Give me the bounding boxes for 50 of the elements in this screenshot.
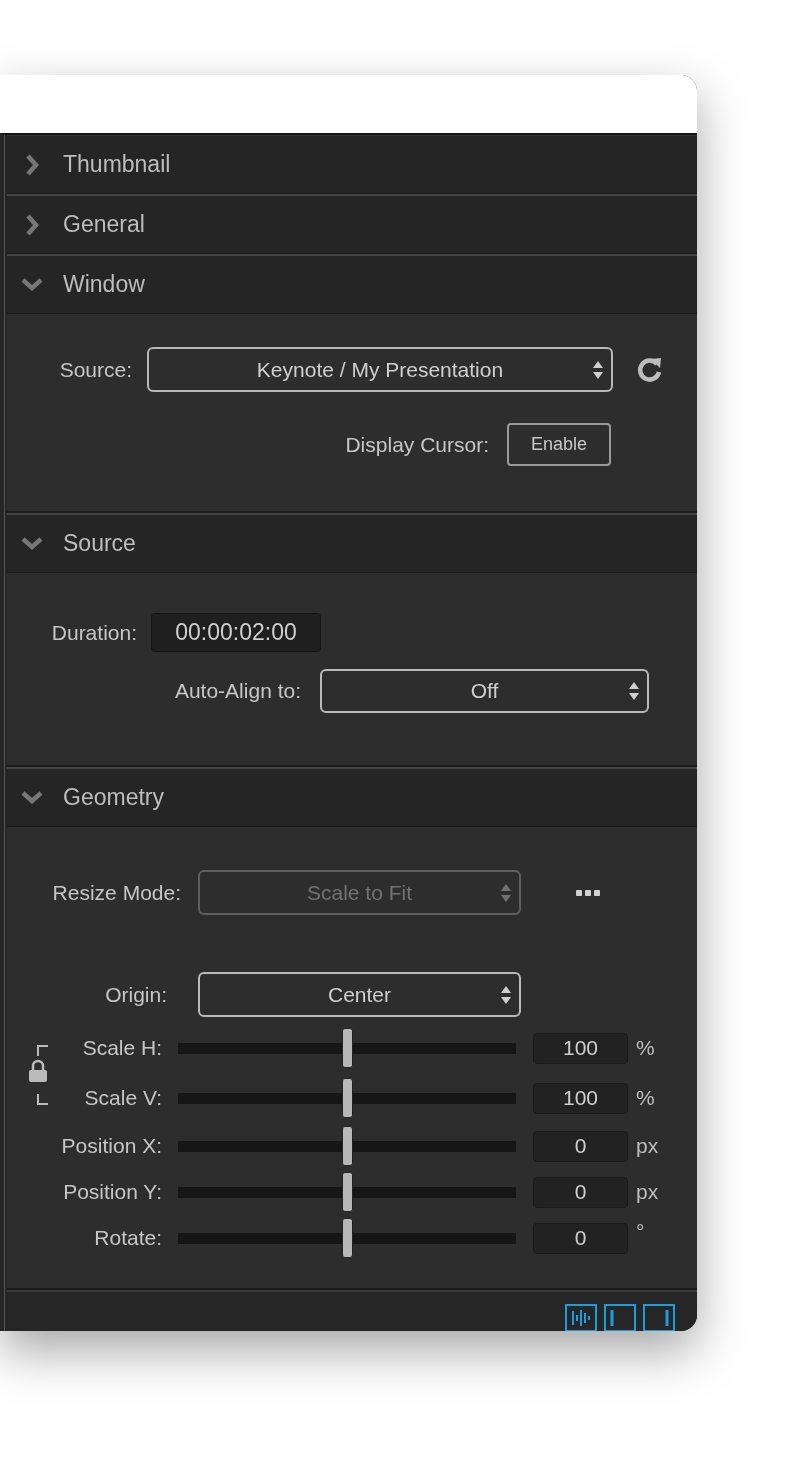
- stepper-arrows-icon: [629, 681, 639, 701]
- select-dropdown[interactable]: Off: [320, 669, 649, 713]
- slider-thumb[interactable]: [341, 1028, 353, 1068]
- value-field[interactable]: 0: [533, 1176, 628, 1208]
- value-field[interactable]: 100: [533, 1082, 628, 1114]
- field-label: Position Y:: [62, 1180, 162, 1204]
- timecode-field[interactable]: 00:00:02:00: [151, 613, 321, 652]
- section-title: Thumbnail: [63, 151, 171, 178]
- select-dropdown[interactable]: Center: [198, 972, 521, 1017]
- left-panel-icon[interactable]: [604, 1304, 636, 1331]
- field-label: Display Cursor:: [344, 432, 489, 457]
- unit-label: px: [636, 1134, 659, 1158]
- value-field[interactable]: 0: [533, 1222, 628, 1254]
- section-title: Source: [63, 530, 136, 557]
- slider-thumb[interactable]: [341, 1126, 353, 1166]
- stepper-arrows-icon: [593, 359, 603, 380]
- section-header[interactable]: Window: [7, 254, 697, 314]
- field-label: Duration:: [50, 620, 137, 645]
- section-title: General: [63, 211, 145, 238]
- section-header[interactable]: Thumbnail: [7, 135, 697, 194]
- section-header[interactable]: Geometry: [7, 767, 697, 827]
- refresh-icon[interactable]: [636, 355, 664, 384]
- field-label: Rotate:: [93, 1226, 162, 1250]
- slider-thumb[interactable]: [341, 1078, 353, 1118]
- unit-label: %: [636, 1036, 655, 1060]
- stepper-arrows-icon: [501, 882, 511, 903]
- section-header[interactable]: Source: [7, 513, 697, 573]
- field-label: Resize Mode:: [51, 880, 181, 905]
- slider-thumb[interactable]: [341, 1172, 353, 1212]
- value-field[interactable]: 100: [533, 1032, 628, 1064]
- select-dropdown[interactable]: Keynote / My Presentation: [147, 347, 613, 392]
- field-label: Auto-Align to:: [173, 679, 301, 703]
- field-label: Position X:: [60, 1134, 162, 1158]
- right-panel-icon[interactable]: [643, 1304, 675, 1331]
- unit-label: °: [636, 1220, 645, 1244]
- field-label: Scale V:: [83, 1086, 162, 1110]
- waveform-icon[interactable]: [565, 1304, 597, 1331]
- stepper-arrows-icon: [501, 984, 511, 1005]
- field-label: Origin:: [104, 982, 167, 1007]
- field-label: Source:: [58, 357, 132, 382]
- slider-thumb[interactable]: [341, 1218, 353, 1258]
- unit-label: %: [636, 1086, 655, 1110]
- section-header[interactable]: General: [7, 194, 697, 254]
- lock-drawing[interactable]: [27, 1045, 49, 1105]
- field-label: Scale H:: [81, 1036, 162, 1060]
- value-field[interactable]: 0: [533, 1130, 628, 1162]
- section-title: Window: [63, 271, 145, 298]
- enable-button[interactable]: Enable: [507, 423, 611, 466]
- unit-label: px: [636, 1180, 659, 1204]
- section-title: Geometry: [63, 784, 164, 811]
